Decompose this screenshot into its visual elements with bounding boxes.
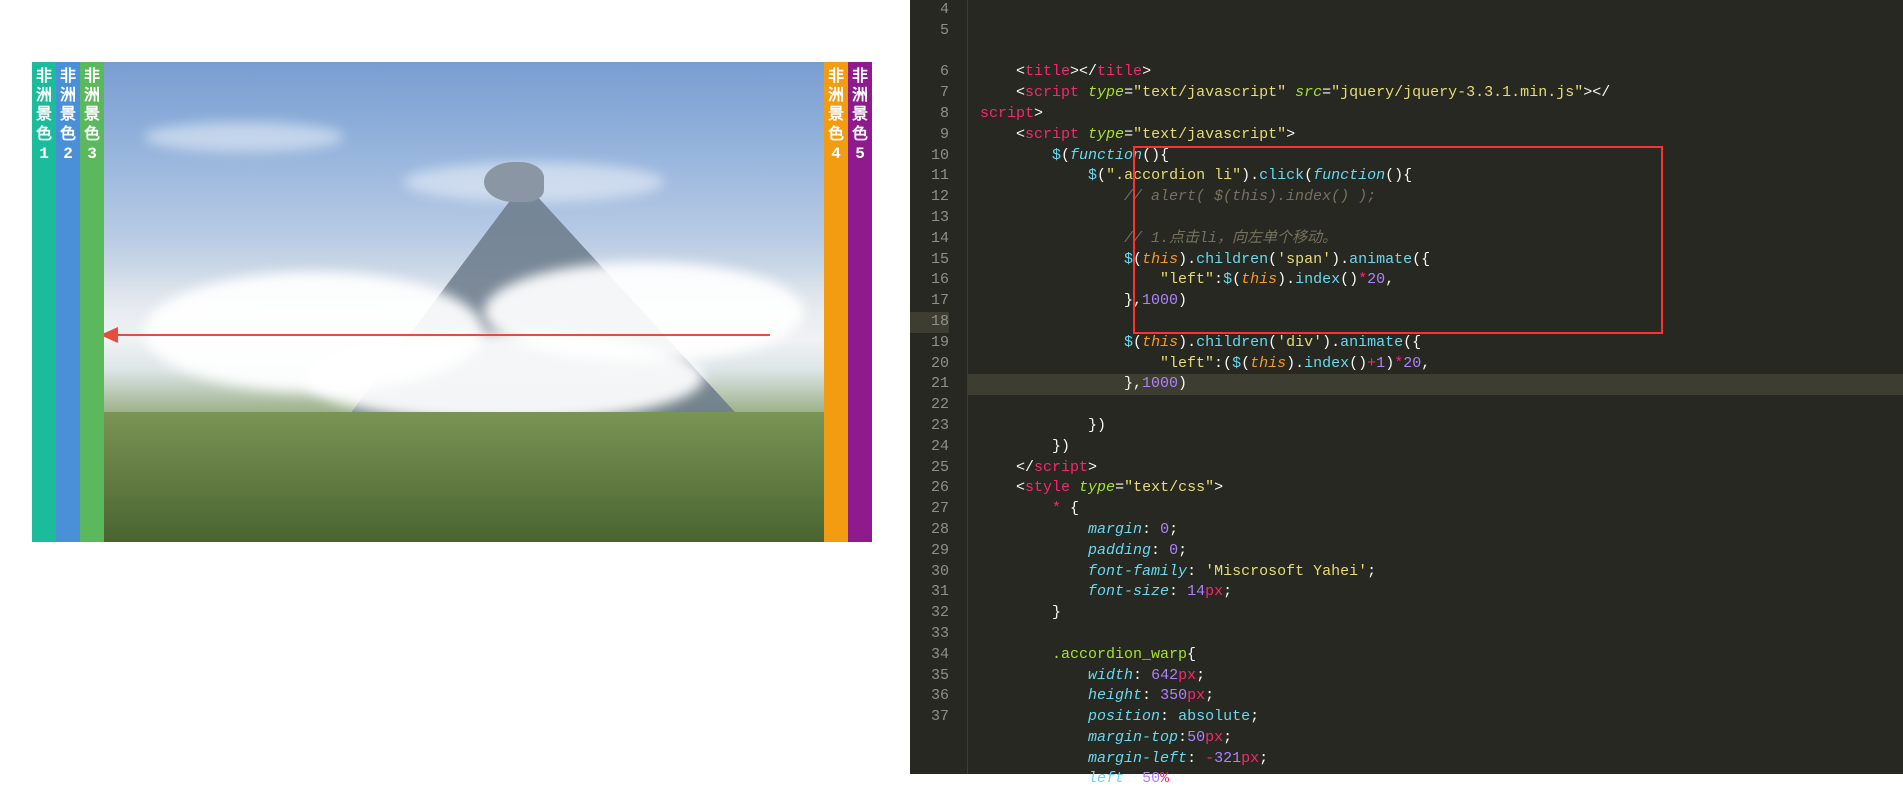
line-number: 34 [910,645,949,666]
code-line[interactable]: <script type="text/javascript" src="jque… [980,83,1903,104]
code-line[interactable]: $(function(){ [980,146,1903,167]
code-line[interactable]: .accordion_warp{ [980,645,1903,666]
line-number: 30 [910,562,949,583]
line-number: 26 [910,478,949,499]
code-line[interactable]: $(".accordion li").click(function(){ [980,166,1903,187]
accordion-tab-4[interactable]: 非洲景色4 [824,62,848,542]
code-line[interactable]: },1000) [968,374,1903,395]
code-line[interactable]: height: 350px; [980,686,1903,707]
line-number: 32 [910,603,949,624]
line-number: 37 [910,707,949,728]
mountain-peak-decor [484,162,544,202]
line-number: 15 [910,250,949,271]
code-line[interactable] [980,624,1903,645]
code-line[interactable]: </script> [980,458,1903,479]
code-line[interactable]: <title></title> [980,62,1903,83]
code-line[interactable]: $(this).children('span').animate({ [980,250,1903,271]
line-number: 8 [910,104,949,125]
code-line[interactable]: left: 50%; [980,769,1903,790]
code-line[interactable]: } [980,603,1903,624]
code-line[interactable]: // 1.点击li，向左单个移动。 [980,229,1903,250]
line-number: 36 [910,686,949,707]
line-number: 4 [910,0,949,21]
code-line[interactable]: margin-left: -321px; [980,749,1903,770]
code-line[interactable]: font-family: 'Miscrosoft Yahei'; [980,562,1903,583]
code-line[interactable]: "left":$(this).index()*20, [980,270,1903,291]
accordion-tab-5[interactable]: 非洲景色5 [848,62,872,542]
code-line[interactable]: font-size: 14px; [980,582,1903,603]
line-number: 11 [910,166,949,187]
code-body[interactable]: <title></title> <script type="text/javas… [968,0,1903,774]
line-number: 17 [910,291,949,312]
line-number: 28 [910,520,949,541]
accordion-panel-image [104,62,824,542]
line-number: 18 [910,312,949,333]
code-line[interactable]: "left":($(this).index()+1)*20, [980,354,1903,375]
line-number: 12 [910,187,949,208]
line-number: 25 [910,458,949,479]
line-number: 31 [910,582,949,603]
line-number-gutter: 45 67891011121314151617181920212223242526… [910,0,968,774]
code-line[interactable]: $(this).children('div').animate({ [980,333,1903,354]
line-number: 35 [910,666,949,687]
code-line[interactable] [980,312,1903,333]
grass-decor [104,412,824,542]
line-number: 6 [910,62,949,83]
line-number: 33 [910,624,949,645]
line-number: 27 [910,499,949,520]
line-number: 9 [910,125,949,146]
code-line[interactable]: position: absolute; [980,707,1903,728]
code-line[interactable]: width: 642px; [980,666,1903,687]
accordion-tab-3[interactable]: 非洲景色3 [80,62,104,542]
line-number: 10 [910,146,949,167]
accordion-tab-2[interactable]: 非洲景色2 [56,62,80,542]
code-line[interactable]: }) [980,416,1903,437]
code-line[interactable]: script> [980,104,1903,125]
code-line[interactable] [980,395,1903,416]
code-line[interactable] [980,208,1903,229]
cloud-decor [144,122,344,152]
line-number: 7 [910,83,949,104]
line-number: 14 [910,229,949,250]
code-line[interactable]: padding: 0; [980,541,1903,562]
line-number: 16 [910,270,949,291]
line-number: 19 [910,333,949,354]
line-number: 5 [910,21,949,42]
line-number [910,42,949,63]
line-number: 23 [910,416,949,437]
code-line[interactable]: },1000) [980,291,1903,312]
accordion-tab-1[interactable]: 非洲景色1 [32,62,56,542]
annotation-arrow [110,334,770,336]
line-number: 24 [910,437,949,458]
code-line[interactable]: margin-top:50px; [980,728,1903,749]
line-number: 29 [910,541,949,562]
code-line[interactable]: * { [980,499,1903,520]
code-editor[interactable]: 45 67891011121314151617181920212223242526… [910,0,1903,774]
browser-preview: 非洲景色1非洲景色2非洲景色3 非洲景色4非洲景色5 [0,0,900,774]
cloud-decor [304,332,704,422]
code-line[interactable]: <style type="text/css"> [980,478,1903,499]
code-line[interactable]: }) [980,437,1903,458]
code-line[interactable]: margin: 0; [980,520,1903,541]
line-number: 22 [910,395,949,416]
code-line[interactable]: // alert( $(this).index() ); [980,187,1903,208]
code-line[interactable]: <script type="text/javascript"> [980,125,1903,146]
line-number: 21 [910,374,949,395]
accordion-widget: 非洲景色1非洲景色2非洲景色3非洲景色4非洲景色5 [32,62,862,542]
line-number: 20 [910,354,949,375]
line-number: 13 [910,208,949,229]
